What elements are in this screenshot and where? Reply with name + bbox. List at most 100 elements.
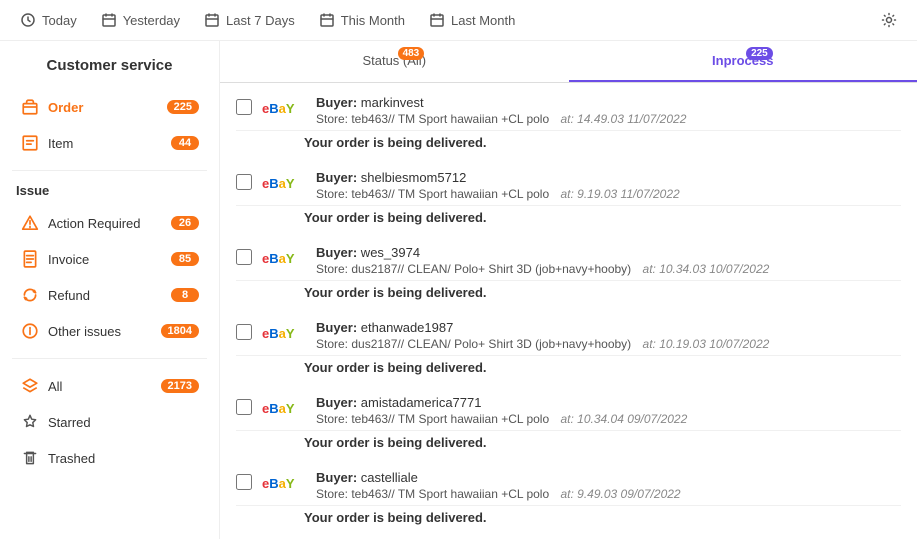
order-checkbox[interactable]: [236, 249, 252, 265]
order-info: Buyer: markinvest Store: teb463// TM Spor…: [316, 95, 901, 126]
ebay-logo: eBaY: [262, 322, 306, 344]
refund-label: Refund: [48, 288, 171, 303]
ebay-logo: eBaY: [262, 97, 306, 119]
order-status: Your order is being delivered.: [236, 131, 901, 158]
table-row[interactable]: eBaY Buyer: ethanwade1987 Store: dus2187//…: [236, 308, 901, 356]
order-time: at: 10.19.03 10/07/2022: [643, 337, 770, 351]
order-status: Your order is being delivered.: [236, 506, 901, 533]
order-time: at: 9.49.03 09/07/2022: [560, 487, 680, 501]
order-status: Your order is being delivered.: [236, 281, 901, 308]
all-label: All: [48, 379, 161, 394]
sidebar-item-item[interactable]: Item 44: [12, 126, 207, 160]
order-status: Your order is being delivered.: [236, 431, 901, 458]
other-issues-badge: 1804: [161, 324, 199, 338]
item-icon: [20, 133, 40, 153]
settings-button[interactable]: [881, 12, 897, 28]
order-info: Buyer: shelbiesmom5712 Store: teb463// TM…: [316, 170, 901, 201]
sidebar-item-all[interactable]: All 2173: [12, 369, 207, 403]
issue-section-label: Issue: [16, 183, 207, 198]
sidebar-item-refund[interactable]: Refund 8: [12, 278, 207, 312]
sidebar-item-starred[interactable]: Starred: [12, 405, 207, 439]
buyer-name: Buyer: wes_3974: [316, 245, 901, 260]
sidebar-item-invoice[interactable]: Invoice 85: [12, 242, 207, 276]
table-row[interactable]: eBaY Buyer: castelliale Store: teb463// TM…: [236, 458, 901, 506]
other-issues-label: Other issues: [48, 324, 161, 339]
order-checkbox[interactable]: [236, 174, 252, 190]
ebay-logo: eBaY: [262, 472, 306, 494]
sidebar-title: Customer service: [12, 57, 207, 74]
sidebar-item-trashed[interactable]: Trashed: [12, 441, 207, 475]
sidebar-item-order[interactable]: Order 225: [12, 90, 207, 124]
yesterday-filter[interactable]: Yesterday: [101, 12, 180, 28]
order-time: at: 10.34.03 10/07/2022: [643, 262, 770, 276]
buyer-name: Buyer: ethanwade1987: [316, 320, 901, 335]
ebay-logo: eBaY: [262, 397, 306, 419]
yesterday-label: Yesterday: [123, 13, 180, 28]
store-name: Store: dus2187// CLEAN/ Polo+ Shirt 3D (…: [316, 262, 901, 276]
order-checkbox[interactable]: [236, 474, 252, 490]
store-name: Store: teb463// TM Sport hawaiian +CL po…: [316, 112, 901, 126]
thismonth-filter[interactable]: This Month: [319, 12, 405, 28]
tab-status-all[interactable]: Status (All) 483: [220, 41, 569, 82]
invoice-badge: 85: [171, 252, 199, 266]
all-badge: 2173: [161, 379, 199, 393]
order-badge: 225: [167, 100, 199, 114]
last7days-filter[interactable]: Last 7 Days: [204, 12, 295, 28]
sidebar-divider-1: [12, 170, 207, 171]
table-row[interactable]: eBaY Buyer: shelbiesmom5712 Store: teb463/…: [236, 158, 901, 206]
buyer-name: Buyer: markinvest: [316, 95, 901, 110]
main-layout: Customer service Order 225 Item 44 Issue…: [0, 41, 917, 539]
store-name: Store: teb463// TM Sport hawaiian +CL po…: [316, 412, 901, 426]
refund-icon: [20, 285, 40, 305]
buyer-name: Buyer: castelliale: [316, 470, 901, 485]
invoice-icon: [20, 249, 40, 269]
tab-inprocess-badge: 225: [746, 47, 773, 60]
order-time: at: 9.19.03 11/07/2022: [560, 187, 679, 201]
buyer-name: Buyer: shelbiesmom5712: [316, 170, 901, 185]
item-label: Item: [48, 136, 171, 151]
order-checkbox[interactable]: [236, 324, 252, 340]
ebay-logo: eBaY: [262, 247, 306, 269]
sidebar-item-action-required[interactable]: Action Required 26: [12, 206, 207, 240]
order-label: Order: [48, 100, 167, 115]
ebay-logo: eBaY: [262, 172, 306, 194]
order-checkbox[interactable]: [236, 399, 252, 415]
buyer-name: Buyer: amistadamerica7771: [316, 395, 901, 410]
order-checkbox[interactable]: [236, 99, 252, 115]
thismonth-label: This Month: [341, 13, 405, 28]
refund-badge: 8: [171, 288, 199, 302]
order-info: Buyer: amistadamerica7771 Store: teb463//…: [316, 395, 901, 426]
lastmonth-filter[interactable]: Last Month: [429, 12, 515, 28]
tab-status-all-badge: 483: [398, 47, 425, 60]
sidebar: Customer service Order 225 Item 44 Issue…: [0, 41, 220, 539]
table-row[interactable]: eBaY Buyer: wes_3974 Store: dus2187// CLEA…: [236, 233, 901, 281]
tab-inprocess[interactable]: Inprocess 225: [569, 41, 917, 82]
starred-label: Starred: [48, 415, 199, 430]
order-time: at: 14.49.03 11/07/2022: [560, 112, 686, 126]
store-name: Store: teb463// TM Sport hawaiian +CL po…: [316, 187, 901, 201]
store-name: Store: teb463// TM Sport hawaiian +CL po…: [316, 487, 901, 501]
table-row[interactable]: eBaY Buyer: markinvest Store: teb463// TM …: [236, 83, 901, 131]
tab-bar: Status (All) 483 Inprocess 225: [220, 41, 917, 83]
lastmonth-label: Last Month: [451, 13, 515, 28]
action-required-label: Action Required: [48, 216, 171, 231]
sidebar-item-other-issues[interactable]: Other issues 1804: [12, 314, 207, 348]
item-badge: 44: [171, 136, 199, 150]
top-bar: Today Yesterday Last 7 Days This Month L…: [0, 0, 917, 41]
order-time: at: 10.34.04 09/07/2022: [560, 412, 687, 426]
table-row[interactable]: eBaY Buyer: amistadamerica7771 Store: teb4…: [236, 383, 901, 431]
warning-icon: [20, 213, 40, 233]
order-status: Your order is being delivered.: [236, 206, 901, 233]
order-status: Your order is being delivered.: [236, 356, 901, 383]
circle-info-icon: [20, 321, 40, 341]
store-name: Store: dus2187// CLEAN/ Polo+ Shirt 3D (…: [316, 337, 901, 351]
order-info: Buyer: wes_3974 Store: dus2187// CLEAN/ P…: [316, 245, 901, 276]
order-list: eBaY Buyer: markinvest Store: teb463// TM …: [220, 83, 917, 539]
layers-icon: [20, 376, 40, 396]
today-filter[interactable]: Today: [20, 12, 77, 28]
sidebar-divider-2: [12, 358, 207, 359]
invoice-label: Invoice: [48, 252, 171, 267]
content-area: Status (All) 483 Inprocess 225 eBaY Buyer…: [220, 41, 917, 539]
order-info: Buyer: ethanwade1987 Store: dus2187// CLE…: [316, 320, 901, 351]
order-info: Buyer: castelliale Store: teb463// TM Spo…: [316, 470, 901, 501]
